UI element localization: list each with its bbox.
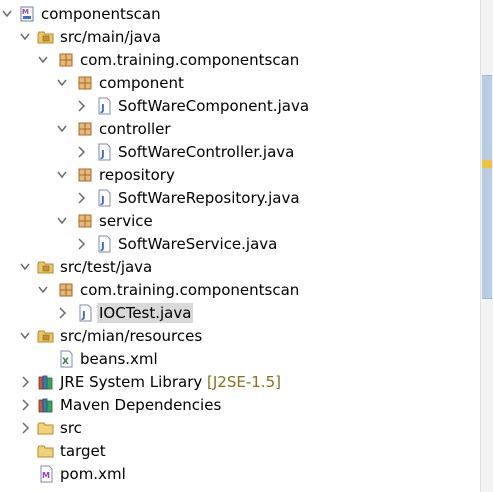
tree-row-file-softwarecomponent[interactable]: J SoftWareComponent.java bbox=[0, 95, 481, 117]
tree-row-package-component[interactable]: component bbox=[0, 72, 481, 94]
chevron-right-icon[interactable] bbox=[74, 188, 88, 208]
library-icon bbox=[37, 373, 55, 391]
chevron-down-icon[interactable] bbox=[55, 73, 69, 93]
java-file-icon: J bbox=[95, 235, 113, 253]
tree-row-file-softwarerepository[interactable]: J SoftWareRepository.java bbox=[0, 187, 481, 209]
tree-row-package-controller[interactable]: controller bbox=[0, 118, 481, 140]
java-file-icon: J bbox=[95, 97, 113, 115]
tree-label: beans.xml bbox=[80, 350, 158, 368]
tree-label: Maven Dependencies bbox=[60, 396, 222, 414]
tree-label: pom.xml bbox=[60, 465, 126, 483]
svg-text:X: X bbox=[62, 357, 69, 367]
svg-text:J: J bbox=[100, 149, 105, 160]
tree-label: com.training.componentscan bbox=[80, 51, 300, 69]
tree-label: com.training.componentscan bbox=[80, 281, 300, 299]
tree-row-file-beans-xml[interactable]: X beans.xml bbox=[0, 348, 481, 370]
source-folder-icon bbox=[37, 28, 55, 46]
tree-label: src/main/java bbox=[60, 28, 161, 46]
tree-label: JRE System Library [J2SE-1.5] bbox=[58, 372, 283, 392]
xml-file-icon: X bbox=[57, 350, 75, 368]
tree-label-decoration: [J2SE-1.5] bbox=[207, 373, 281, 391]
package-icon bbox=[57, 51, 75, 69]
svg-text:M: M bbox=[22, 8, 29, 16]
tree-label: component bbox=[99, 74, 184, 92]
tree-label: target bbox=[60, 442, 106, 460]
package-icon bbox=[57, 281, 75, 299]
chevron-right-icon[interactable] bbox=[74, 142, 88, 162]
tree-row-package-main[interactable]: com.training.componentscan bbox=[0, 49, 481, 71]
svg-text:M: M bbox=[42, 471, 50, 480]
chevron-down-icon[interactable] bbox=[36, 50, 50, 70]
tree-row-src-test-java[interactable]: src/test/java bbox=[0, 256, 481, 278]
tree-label: src/mian/resources bbox=[60, 327, 203, 345]
maven-file-icon: M bbox=[37, 465, 55, 483]
tree-label: src/test/java bbox=[60, 258, 153, 276]
source-folder-icon bbox=[37, 327, 55, 345]
chevron-right-icon[interactable] bbox=[18, 395, 32, 415]
library-icon bbox=[37, 396, 55, 414]
tree-label-text: JRE System Library bbox=[60, 373, 203, 391]
package-icon bbox=[76, 166, 94, 184]
chevron-down-icon[interactable] bbox=[55, 165, 69, 185]
maven-project-icon: M bbox=[18, 5, 36, 23]
tree-row-file-softwarecontroller[interactable]: J SoftWareController.java bbox=[0, 141, 481, 163]
chevron-right-icon[interactable] bbox=[18, 372, 32, 392]
source-folder-icon bbox=[37, 258, 55, 276]
tree-label: SoftWareController.java bbox=[118, 143, 295, 161]
tree-label: SoftWareComponent.java bbox=[118, 97, 310, 115]
java-file-icon: J bbox=[95, 189, 113, 207]
tree-row-maven-dependencies[interactable]: Maven Dependencies bbox=[0, 394, 481, 416]
chevron-right-icon[interactable] bbox=[74, 96, 88, 116]
tree-row-folder-target[interactable]: target bbox=[0, 440, 481, 462]
svg-text:J: J bbox=[100, 241, 105, 252]
java-file-icon: J bbox=[76, 304, 94, 322]
java-file-icon: J bbox=[95, 143, 113, 161]
package-icon bbox=[76, 120, 94, 138]
chevron-right-icon[interactable] bbox=[55, 303, 69, 323]
folder-icon bbox=[37, 419, 55, 437]
tree-label: SoftWareService.java bbox=[118, 235, 278, 253]
tree-row-folder-src[interactable]: src bbox=[0, 417, 481, 439]
svg-text:J: J bbox=[81, 310, 86, 321]
tree-row-jre-library[interactable]: JRE System Library [J2SE-1.5] bbox=[0, 371, 481, 393]
tree-row-src-main-java[interactable]: src/main/java bbox=[0, 26, 481, 48]
tree-label: controller bbox=[99, 120, 171, 138]
svg-text:J: J bbox=[100, 103, 105, 114]
tree-label: IOCTest.java bbox=[97, 303, 194, 323]
tree-row-package-test[interactable]: com.training.componentscan bbox=[0, 279, 481, 301]
tree-label: componentscan bbox=[41, 5, 161, 23]
tree-row-package-service[interactable]: service bbox=[0, 210, 481, 232]
project-explorer-tree: M componentscan src/main/java com.traini… bbox=[0, 0, 481, 492]
tree-label: SoftWareRepository.java bbox=[118, 189, 300, 207]
chevron-down-icon[interactable] bbox=[18, 326, 32, 346]
tree-label: repository bbox=[99, 166, 175, 184]
chevron-down-icon[interactable] bbox=[36, 280, 50, 300]
tree-row-file-pom-xml[interactable]: M pom.xml bbox=[0, 463, 481, 485]
chevron-right-icon[interactable] bbox=[74, 234, 88, 254]
tree-row-package-repository[interactable]: repository bbox=[0, 164, 481, 186]
chevron-down-icon[interactable] bbox=[18, 257, 32, 277]
package-icon bbox=[76, 212, 94, 230]
svg-text:J: J bbox=[100, 195, 105, 206]
tree-row-file-softwareservice[interactable]: J SoftWareService.java bbox=[0, 233, 481, 255]
package-icon bbox=[76, 74, 94, 92]
vertical-scrollbar[interactable] bbox=[480, 0, 493, 492]
tree-label: src bbox=[60, 419, 82, 437]
scrollbar-thumb[interactable] bbox=[482, 75, 492, 299]
chevron-right-icon[interactable] bbox=[18, 418, 32, 438]
chevron-down-icon[interactable] bbox=[55, 119, 69, 139]
chevron-down-icon[interactable] bbox=[18, 27, 32, 47]
warning-marker-icon bbox=[482, 160, 492, 168]
tree-row-file-ioctest[interactable]: J IOCTest.java bbox=[0, 302, 481, 324]
tree-row-src-mian-resources[interactable]: src/mian/resources bbox=[0, 325, 481, 347]
tree-label: service bbox=[99, 212, 153, 230]
folder-icon bbox=[37, 442, 55, 460]
chevron-down-icon[interactable] bbox=[55, 211, 69, 231]
chevron-down-icon[interactable] bbox=[0, 4, 14, 24]
tree-row-project-componentscan[interactable]: M componentscan bbox=[0, 3, 481, 25]
